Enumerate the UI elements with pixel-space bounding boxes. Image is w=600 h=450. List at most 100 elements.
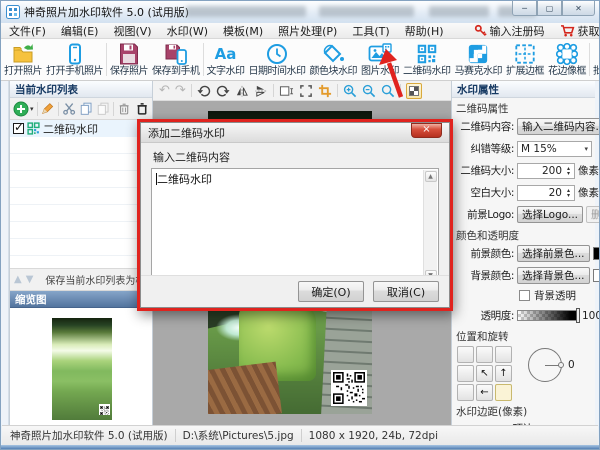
batch-watermark-button[interactable]: 批量加水印 (591, 39, 599, 80)
menu-view[interactable]: 视图(V) (113, 23, 151, 39)
edit-watermark-icon[interactable] (40, 101, 54, 116)
position-right-button[interactable] (495, 365, 512, 382)
flip-vertical-icon[interactable] (254, 84, 268, 98)
opacity-slider-handle[interactable] (576, 308, 580, 323)
crop-icon[interactable] (318, 84, 332, 98)
position-bottom-right-button-selected[interactable] (495, 384, 512, 401)
cancel-button[interactable]: 取消(C) (373, 281, 439, 302)
dialog-titlebar[interactable]: 添加二维码水印 (141, 123, 449, 143)
delete-logo-button[interactable]: 删除Logo (586, 206, 600, 223)
opacity-slider[interactable] (517, 310, 579, 321)
watermark-list-item[interactable]: 二维码水印 (10, 120, 152, 137)
save-to-phone-button[interactable]: 保存到手机 (150, 39, 202, 80)
toolbar-separator (106, 43, 107, 76)
rotate-right-icon[interactable] (216, 84, 230, 98)
open-photo-button[interactable]: 打开照片 (2, 39, 44, 80)
clear-watermarks-icon[interactable] (135, 101, 149, 116)
status-bar: 神奇照片加水印软件 5.0 (试用版) D:\系统\Pictures\5.jpg… (2, 425, 598, 445)
position-bottom-button[interactable] (476, 384, 493, 401)
error-correction-select[interactable]: M 15% (517, 141, 592, 157)
rotate-left-icon[interactable] (197, 84, 211, 98)
quiet-zone-stepper[interactable]: 20 (517, 185, 575, 201)
position-top-right-button[interactable] (495, 346, 512, 363)
qr-section-title: 二维码属性 (456, 101, 592, 116)
save-template-label[interactable]: 保存当前水印列表为模板 (45, 272, 152, 287)
menu-photo-process[interactable]: 照片处理(P) (278, 23, 337, 39)
quiet-zone-label: 空白大小: (454, 185, 514, 200)
watermark-checkbox-checked[interactable] (13, 123, 24, 134)
open-phone-photo-icon (63, 42, 87, 66)
qr-size-label: 二维码大小: (454, 163, 514, 178)
position-center-button[interactable] (476, 365, 493, 382)
paste-watermark-icon[interactable] (96, 101, 110, 116)
redo-icon[interactable] (175, 84, 186, 97)
add-watermark-button[interactable] (13, 101, 34, 117)
minimize-button[interactable] (512, 1, 537, 16)
get-register-code-link[interactable]: 获取注册码 (560, 23, 600, 39)
position-bottom-left-button[interactable] (457, 384, 474, 401)
app-window: 神奇照片加水印软件 5.0 (试用版) 文件(F) 编辑(E) 视图(V) 水印… (0, 0, 600, 450)
status-file-path: D:\系统\Pictures\5.jpg (183, 428, 294, 443)
menu-bar: 文件(F) 编辑(E) 视图(V) 水印(W) 模板(M) 照片处理(P) 工具… (1, 23, 599, 39)
menu-template[interactable]: 模板(M) (223, 23, 263, 39)
qr-content-textarea[interactable]: 二维码水印 (151, 168, 439, 284)
copy-watermark-icon[interactable] (79, 101, 93, 116)
zoom-out-icon[interactable] (362, 84, 376, 98)
watermark-list-panel: 当前水印列表 (9, 81, 153, 425)
menu-tools[interactable]: 工具(T) (352, 23, 389, 39)
close-button[interactable] (562, 1, 595, 16)
photo-thumbnail[interactable] (52, 318, 112, 420)
position-top-button[interactable] (476, 346, 493, 363)
position-top-left-button[interactable] (457, 346, 474, 363)
menu-file[interactable]: 文件(F) (9, 23, 46, 39)
open-phone-photo-button[interactable]: 打开手机照片 (44, 39, 105, 80)
enter-qr-content-button[interactable]: 输入二维码内容... (517, 118, 600, 135)
flip-horizontal-icon[interactable] (235, 84, 249, 98)
dialog-close-button[interactable] (411, 123, 442, 138)
undo-icon[interactable] (159, 84, 170, 97)
foreground-color-swatch (593, 247, 600, 260)
select-background-color-button[interactable]: 选择背景色... (517, 267, 590, 284)
actual-size-icon[interactable] (299, 84, 313, 98)
rotation-knob[interactable] (558, 362, 564, 368)
zoom-in-icon[interactable] (343, 84, 357, 98)
mosaic-watermark-button[interactable]: 马赛克水印 (453, 39, 505, 80)
qr-watermark-overlay[interactable] (331, 370, 367, 406)
lace-frame-button[interactable]: 花边像框 (546, 39, 588, 80)
select-foreground-color-button[interactable]: 选择前景色... (517, 245, 590, 262)
save-photo-button[interactable]: 保存照片 (108, 39, 150, 80)
cut-watermark-icon[interactable] (62, 101, 76, 116)
open-photo-icon (11, 42, 35, 66)
scroll-up-icon[interactable] (425, 171, 437, 182)
status-image-info: 1080 x 1920, 24b, 72dpi (309, 430, 438, 442)
window-titlebar[interactable]: 神奇照片加水印软件 5.0 (试用版) (1, 1, 599, 23)
chevron-down-icon (584, 145, 588, 153)
select-logo-button[interactable]: 选择Logo... (517, 206, 583, 223)
cart-icon (560, 24, 575, 37)
textarea-scrollbar[interactable] (423, 170, 437, 282)
redacted-text (319, 6, 414, 17)
datetime-watermark-button[interactable]: 日期时间水印 (247, 39, 308, 80)
save-to-phone-icon (164, 42, 188, 66)
enter-register-code-link[interactable]: 输入注册码 (474, 23, 545, 39)
menu-edit[interactable]: 编辑(E) (61, 23, 99, 39)
ok-button[interactable]: 确定(O) (298, 281, 364, 302)
restore-button[interactable] (537, 1, 562, 16)
color-block-watermark-button[interactable]: 颜色块水印 (308, 39, 360, 80)
canvas-size-icon[interactable] (279, 84, 294, 98)
move-up-button[interactable] (14, 275, 22, 285)
menu-watermark[interactable]: 水印(W) (167, 23, 208, 39)
foreground-color-label: 前景颜色: (454, 246, 514, 261)
move-down-button[interactable] (26, 275, 34, 285)
position-left-button[interactable] (457, 365, 474, 382)
expand-border-button[interactable]: 扩展边框 (504, 39, 546, 80)
background-transparent-checkbox[interactable] (519, 290, 530, 301)
text-watermark-button[interactable]: 文字水印 (205, 39, 247, 80)
menu-help[interactable]: 帮助(H) (405, 23, 444, 39)
qr-size-stepper[interactable]: 200 (517, 163, 575, 179)
delete-watermark-icon[interactable] (117, 101, 131, 116)
rotation-dial[interactable]: 0 (528, 346, 568, 386)
qr-content-group-label: 输入二维码内容 (153, 149, 439, 165)
main-toolbar: 打开照片 打开手机照片 保存照片 保存到手机 (1, 39, 599, 81)
thumbnail-qr-watermark (99, 404, 110, 415)
